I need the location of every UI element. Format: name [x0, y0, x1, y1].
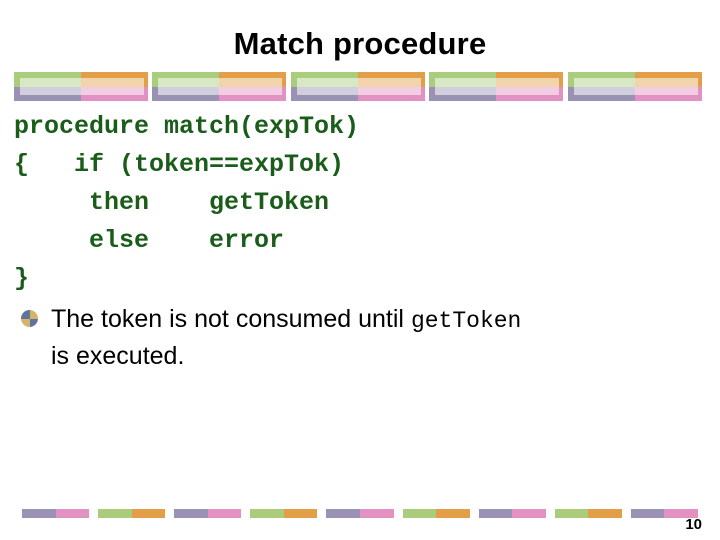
header-decoration-block [429, 72, 567, 101]
footer-segment-purple [22, 509, 56, 518]
header-decoration-block [290, 72, 429, 101]
page-title: Match procedure [233, 26, 487, 61]
header-block-inner [152, 72, 287, 101]
header-decoration-band [14, 72, 706, 101]
code-line: procedure match(expTok) [14, 112, 360, 141]
footer-segment-orange [283, 509, 318, 518]
pie-quadrant-bullet-icon [21, 310, 38, 327]
header-block-inner [290, 72, 425, 101]
bullet-line-2: is executed. [51, 342, 185, 370]
footer-segment-purple [174, 509, 208, 518]
header-block-highlight-overlay [435, 78, 560, 95]
code-line: else error [14, 226, 285, 255]
header-block-highlight-overlay [573, 78, 698, 95]
footer-segment-purple [326, 509, 360, 518]
header-decoration-block [567, 72, 706, 101]
footer-decoration-pair [174, 509, 242, 518]
page-number: 10 [685, 516, 702, 533]
footer-decoration-pair [250, 509, 318, 518]
footer-segment-pink [512, 509, 546, 518]
footer-segment-green [250, 509, 284, 518]
footer-segment-green [98, 509, 132, 518]
footer-decoration-pair [478, 509, 546, 518]
code-line: } [14, 264, 30, 293]
header-block-inner [429, 72, 564, 101]
bullet-icon-quadrant-tr [29, 310, 38, 319]
footer-decoration-pair [98, 509, 166, 518]
bullet-line-1: The token is not consumed until getToken [16, 303, 706, 338]
footer-segment-green [554, 509, 589, 518]
bullet-paragraph: The token is not consumed until getToken… [16, 303, 706, 374]
header-decoration-block [152, 72, 290, 101]
header-block-highlight-overlay [20, 78, 144, 95]
footer-segment-pink [359, 509, 394, 518]
header-block-inner [14, 72, 148, 101]
header-block-inner [567, 72, 702, 101]
footer-segment-pink [55, 509, 90, 518]
code-line: then getToken [14, 188, 330, 217]
code-block: procedure match(expTok) { if (token==expT… [14, 108, 704, 298]
footer-segment-orange [588, 509, 622, 518]
slide-canvas: Match procedure procedure match(expTok) {… [0, 0, 720, 540]
bullet-text-prefix: The token is not consumed until [51, 305, 411, 333]
footer-segment-purple [478, 509, 513, 518]
footer-decoration-pair [22, 509, 90, 518]
bullet-icon-quadrant-br [29, 318, 38, 327]
bullet-inline-code: getToken [410, 308, 522, 334]
footer-segment-orange [436, 509, 470, 518]
footer-decoration-band [22, 509, 698, 518]
footer-decoration-pair [554, 509, 622, 518]
code-line: { if (token==expTok) [14, 150, 345, 179]
header-block-highlight-overlay [158, 78, 283, 95]
footer-segment-purple [630, 509, 665, 518]
bullet-icon-quadrant-tl [21, 310, 30, 319]
header-decoration-block [14, 72, 152, 101]
footer-segment-pink [207, 509, 242, 518]
footer-segment-green [402, 509, 437, 518]
footer-decoration-pair [326, 509, 394, 518]
header-block-highlight-overlay [296, 78, 421, 95]
footer-segment-orange [131, 509, 166, 518]
footer-decoration-pair [402, 509, 470, 518]
bullet-icon-quadrant-bl [21, 318, 30, 327]
